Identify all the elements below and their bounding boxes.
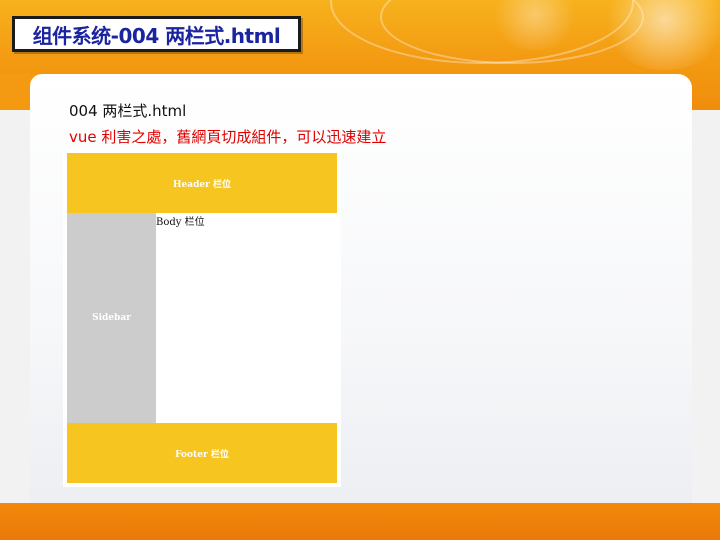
decorative-burst (600, 0, 720, 70)
slide-footer-band (0, 503, 720, 540)
demo-footer-label: Footer 栏位 (175, 449, 229, 460)
two-column-demo-screenshot: Header 栏位 Sidebar Body 栏位 Footer 栏位 (63, 149, 341, 487)
filename-line: 004 两栏式.html (69, 102, 187, 120)
slide-title: 组件系统-004 两栏式.html (32, 23, 281, 48)
description-line: vue 利害之處，舊網頁切成組件，可以迅速建立 (69, 128, 387, 146)
demo-footer-panel: Footer 栏位 (67, 423, 337, 483)
demo-sidebar-label: Sidebar (92, 313, 131, 323)
demo-header-label: Header 栏位 (173, 179, 231, 190)
slide-title-box: 组件系统-004 两栏式.html (12, 16, 301, 52)
demo-body-label: Body 栏位 (156, 217, 205, 228)
demo-sidebar-panel: Sidebar (67, 213, 156, 423)
demo-header-panel: Header 栏位 (67, 153, 337, 213)
demo-body-panel: Body 栏位 (156, 213, 337, 423)
